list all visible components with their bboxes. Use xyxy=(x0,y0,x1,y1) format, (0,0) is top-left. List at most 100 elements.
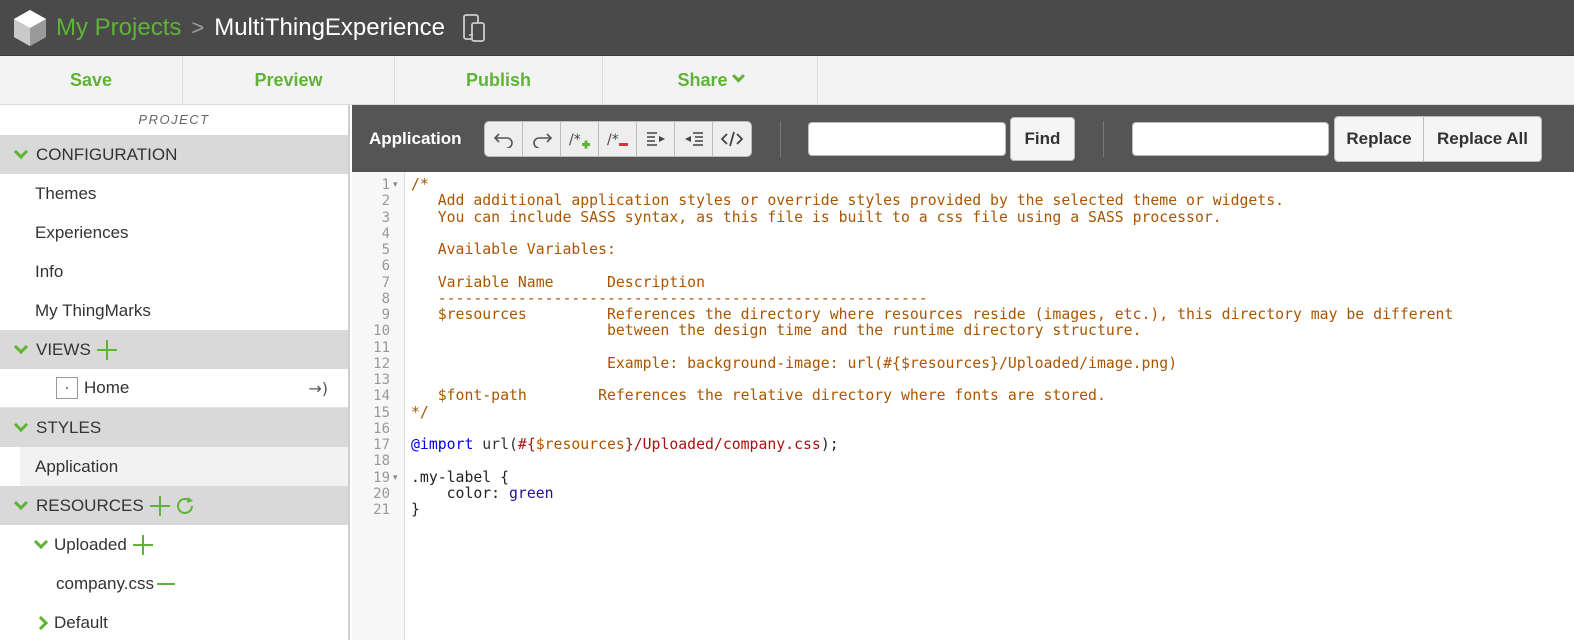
outdent-icon[interactable] xyxy=(675,121,713,156)
share-button[interactable]: Share xyxy=(603,56,818,105)
code-line: color: green xyxy=(411,484,1453,502)
fold-arrow-icon[interactable]: ▾ xyxy=(393,473,398,483)
publish-button[interactable]: Publish xyxy=(395,56,603,105)
code-token: $font-path References the relative direc… xyxy=(411,387,1106,405)
project-label: PROJECT xyxy=(138,112,210,127)
save-button[interactable]: Save xyxy=(0,56,183,105)
breadcrumb-my-projects[interactable]: My Projects xyxy=(56,14,181,42)
view-label: Home xyxy=(84,378,130,397)
upload-plus-icon[interactable] xyxy=(132,534,153,555)
replace-button-group: Replace Replace All xyxy=(1334,115,1542,162)
comment-add-icon[interactable]: /* xyxy=(561,121,599,156)
section-label: CONFIGURATION xyxy=(36,144,178,164)
app-header: My Projects > MultiThingExperience xyxy=(0,0,1574,56)
replace-all-button[interactable]: Replace All xyxy=(1424,116,1541,161)
resource-file-company-css[interactable]: company.css xyxy=(0,564,348,603)
code-token: .my-label { xyxy=(411,468,509,486)
code-line: $resources References the directory wher… xyxy=(411,306,1454,323)
line-number: 13 xyxy=(373,372,390,388)
sidebar-item-home[interactable]: Home →) xyxy=(0,369,348,408)
line-number: 19 xyxy=(373,469,390,486)
navigate-arrow-icon[interactable]: →) xyxy=(308,379,328,398)
code-token: Available Variables: xyxy=(411,241,616,258)
share-label: Share xyxy=(677,70,728,90)
code-line: .my-label { xyxy=(411,468,1453,486)
code-token: }/Uploaded/company.css xyxy=(624,436,821,453)
undo-icon[interactable] xyxy=(485,121,523,156)
home-view-entry: Home xyxy=(56,377,129,399)
line-number: 18 xyxy=(373,453,390,470)
line-number: 3 xyxy=(381,209,390,226)
code-line: Example: background-image: url(#{$resour… xyxy=(411,355,1453,372)
section-label: RESOURCES xyxy=(36,495,144,515)
add-view-plus-icon[interactable] xyxy=(96,339,117,360)
delete-minus-icon[interactable] xyxy=(156,582,175,585)
redo-icon[interactable] xyxy=(523,121,561,156)
editor-tool-group: /* /* xyxy=(484,120,752,157)
device-preview-icon[interactable] xyxy=(461,12,489,44)
section-configuration[interactable]: CONFIGURATION xyxy=(0,135,348,174)
line-number: 16 xyxy=(373,420,390,437)
code-editor[interactable]: 1 ▾ 2 3 4 5 6 7 8 9 10 11 12 13 14 15 16 17 18 19 ▾ 20 21 /* A… xyxy=(352,172,1574,640)
replace-button[interactable]: Replace xyxy=(1335,116,1424,161)
editor-title: Application xyxy=(369,128,462,148)
format-code-icon[interactable] xyxy=(713,122,751,156)
code-token: You can include SASS syntax, as this fil… xyxy=(411,208,1222,226)
code-token: $resources References the directory wher… xyxy=(411,306,1454,323)
fold-arrow-icon[interactable]: ▾ xyxy=(393,180,398,190)
line-number: 17 xyxy=(373,437,390,453)
code-token: color: xyxy=(411,484,509,502)
sidebar-item-my-thingmarks[interactable]: My ThingMarks xyxy=(0,291,348,330)
folder-default[interactable]: Default xyxy=(0,603,348,640)
chevron-down-icon xyxy=(13,417,29,432)
code-token: green xyxy=(509,484,554,502)
code-token: ----------------------------------------… xyxy=(411,289,928,307)
find-button[interactable]: Find xyxy=(1010,116,1075,161)
code-line: $font-path References the relative direc… xyxy=(411,388,1453,404)
code-line: between the design time and the runtime … xyxy=(411,323,1453,339)
line-number: 14 xyxy=(373,388,390,405)
section-label: STYLES xyxy=(36,417,102,437)
line-number: 11 xyxy=(373,339,390,356)
code-content[interactable]: /* Add additional application styles or … xyxy=(411,176,1454,518)
sidebar-item-experiences[interactable]: Experiences xyxy=(0,213,348,252)
add-resource-plus-icon[interactable] xyxy=(149,495,170,516)
code-line: ----------------------------------------… xyxy=(411,289,1453,307)
sidebar-item-application[interactable]: Application xyxy=(0,447,348,486)
code-line: /* xyxy=(411,176,1453,193)
folder-label: Uploaded xyxy=(54,534,127,554)
line-number: 4 xyxy=(381,225,390,242)
line-number: 8 xyxy=(381,290,390,307)
sidebar-item-info[interactable]: Info xyxy=(0,252,348,291)
code-token: /* xyxy=(411,176,429,193)
line-number: 20 xyxy=(373,485,390,502)
chevron-down-icon xyxy=(13,144,29,159)
preview-button[interactable]: Preview xyxy=(183,56,395,105)
comment-remove-icon[interactable]: /* xyxy=(599,121,637,156)
refresh-icon[interactable] xyxy=(174,495,196,517)
code-line: You can include SASS syntax, as this fil… xyxy=(411,208,1453,226)
indent-icon[interactable] xyxy=(637,121,675,156)
code-line: Variable Name Description xyxy=(411,274,1453,291)
chevron-down-icon xyxy=(731,69,745,83)
app-logo-icon[interactable] xyxy=(8,6,52,50)
code-line: Add additional application styles or ove… xyxy=(411,193,1453,209)
code-line: Available Variables: xyxy=(411,241,1453,258)
section-resources[interactable]: RESOURCES xyxy=(0,486,348,525)
line-number-gutter: 1 ▾ 2 3 4 5 6 7 8 9 10 11 12 13 14 15 16 17 18 19 ▾ 20 21 xyxy=(352,172,405,640)
code-token: } xyxy=(411,501,420,518)
sidebar-item-themes[interactable]: Themes xyxy=(0,174,348,213)
find-input[interactable] xyxy=(808,121,1006,156)
code-token: between the design time and the runtime … xyxy=(411,322,1142,340)
breadcrumb-project-name: MultiThingExperience xyxy=(214,13,445,41)
code-token: ); xyxy=(820,436,839,453)
section-views[interactable]: VIEWS xyxy=(0,330,348,369)
folder-uploaded[interactable]: Uploaded xyxy=(0,525,348,564)
chevron-down-icon xyxy=(13,339,29,354)
section-styles[interactable]: STYLES xyxy=(0,408,348,447)
replace-input[interactable] xyxy=(1132,121,1329,156)
